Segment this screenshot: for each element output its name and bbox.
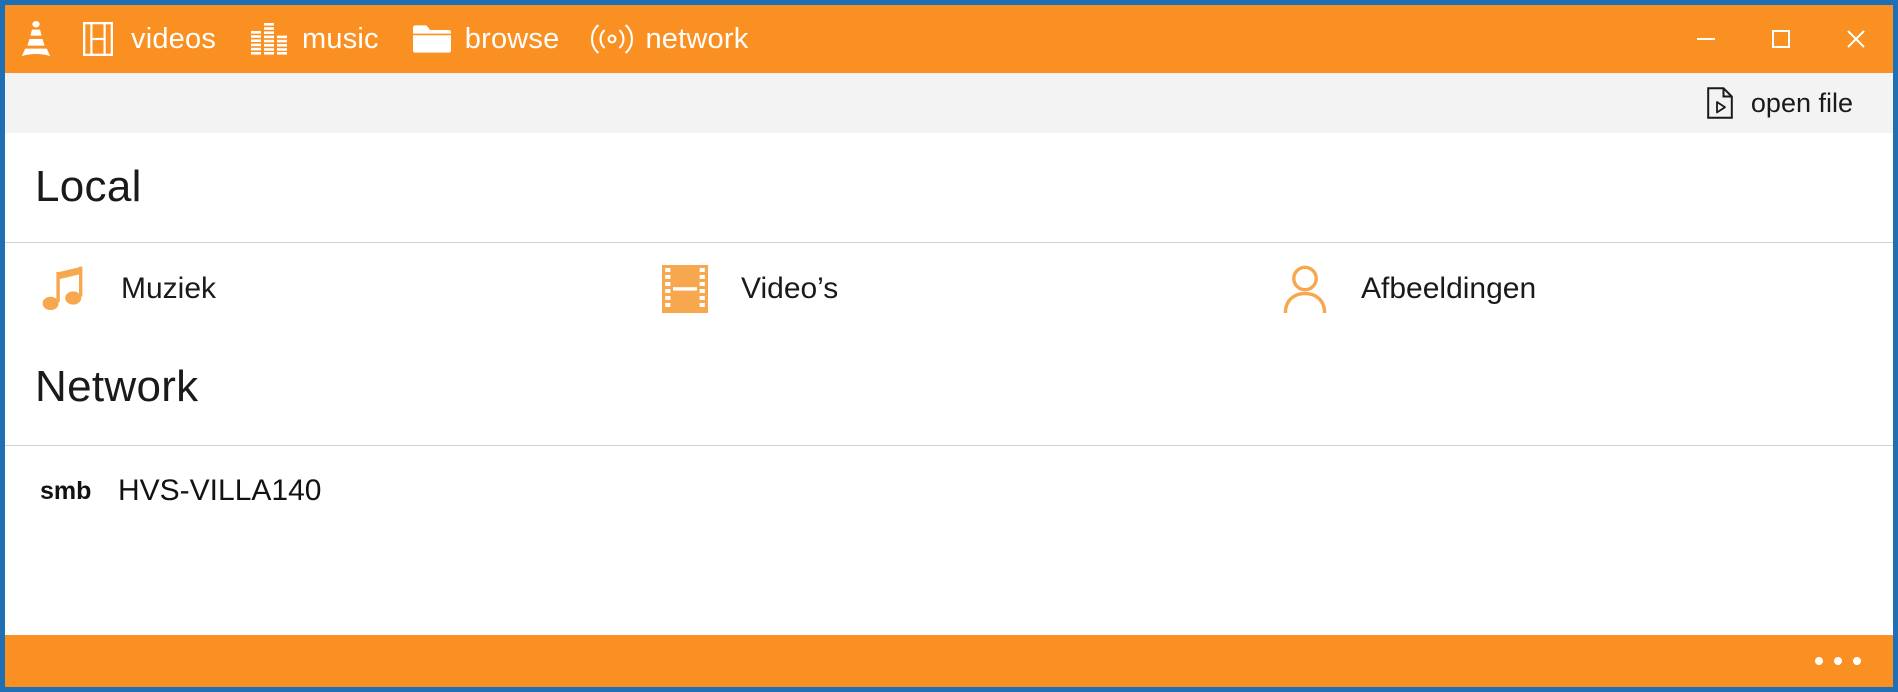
nav-tab-music[interactable]: music <box>238 5 401 73</box>
local-item-muziek[interactable]: Muziek <box>5 243 625 335</box>
vlc-window: videos music browse network open file Lo… <box>0 0 1898 692</box>
maximize-icon <box>1771 30 1790 48</box>
command-toolbar: open file <box>5 73 1893 133</box>
more-options-button[interactable] <box>1803 635 1873 687</box>
minimize-button[interactable] <box>1668 5 1743 73</box>
local-item-label: Video’s <box>741 272 839 305</box>
content-area: Local Muziek Video’s Afbeeldingen Networ… <box>5 133 1893 635</box>
vlc-cone-logo <box>5 5 67 73</box>
window-controls <box>1668 5 1893 73</box>
nav-tabs: videos music browse network <box>67 5 770 73</box>
nav-tab-label: videos <box>131 22 217 55</box>
film-strip-icon <box>659 263 711 315</box>
local-item-afbeeldingen[interactable]: Afbeeldingen <box>1245 243 1865 335</box>
local-item-label: Muziek <box>121 272 217 305</box>
open-file-button[interactable]: open file <box>1691 77 1867 129</box>
broadcast-icon <box>591 19 634 59</box>
section-heading-network: Network <box>35 362 199 411</box>
film-strip-icon <box>77 19 119 59</box>
folder-icon <box>411 19 453 59</box>
nav-tab-label: music <box>302 22 379 55</box>
nav-tab-videos[interactable]: videos <box>67 5 238 73</box>
close-icon <box>1846 30 1865 48</box>
local-items-row: Muziek Video’s Afbeeldingen <box>5 243 1893 335</box>
nav-tab-network[interactable]: network <box>581 5 770 73</box>
nav-tab-label: network <box>645 22 749 55</box>
equalizer-icon <box>248 19 290 59</box>
network-protocol-label: smb <box>40 476 92 505</box>
maximize-button[interactable] <box>1743 5 1818 73</box>
person-icon <box>1279 263 1331 315</box>
local-item-videos[interactable]: Video’s <box>625 243 1245 335</box>
close-button[interactable] <box>1818 5 1893 73</box>
minimize-icon <box>1696 38 1715 40</box>
content-empty-space <box>5 536 1893 635</box>
ellipsis-icon <box>1815 657 1861 665</box>
music-note-icon <box>39 263 91 315</box>
network-share-name: HVS-VILLA140 <box>118 474 322 507</box>
nav-tab-browse[interactable]: browse <box>401 5 582 73</box>
nav-tab-label: browse <box>464 22 560 55</box>
bottom-bar <box>5 635 1893 687</box>
open-file-label: open file <box>1750 87 1853 118</box>
document-play-icon <box>1705 86 1735 120</box>
network-share-row[interactable]: smb HVS-VILLA140 <box>5 446 1893 536</box>
section-heading-local: Local <box>35 162 142 211</box>
local-item-label: Afbeeldingen <box>1361 272 1537 305</box>
title-bar: videos music browse network <box>5 5 1893 73</box>
